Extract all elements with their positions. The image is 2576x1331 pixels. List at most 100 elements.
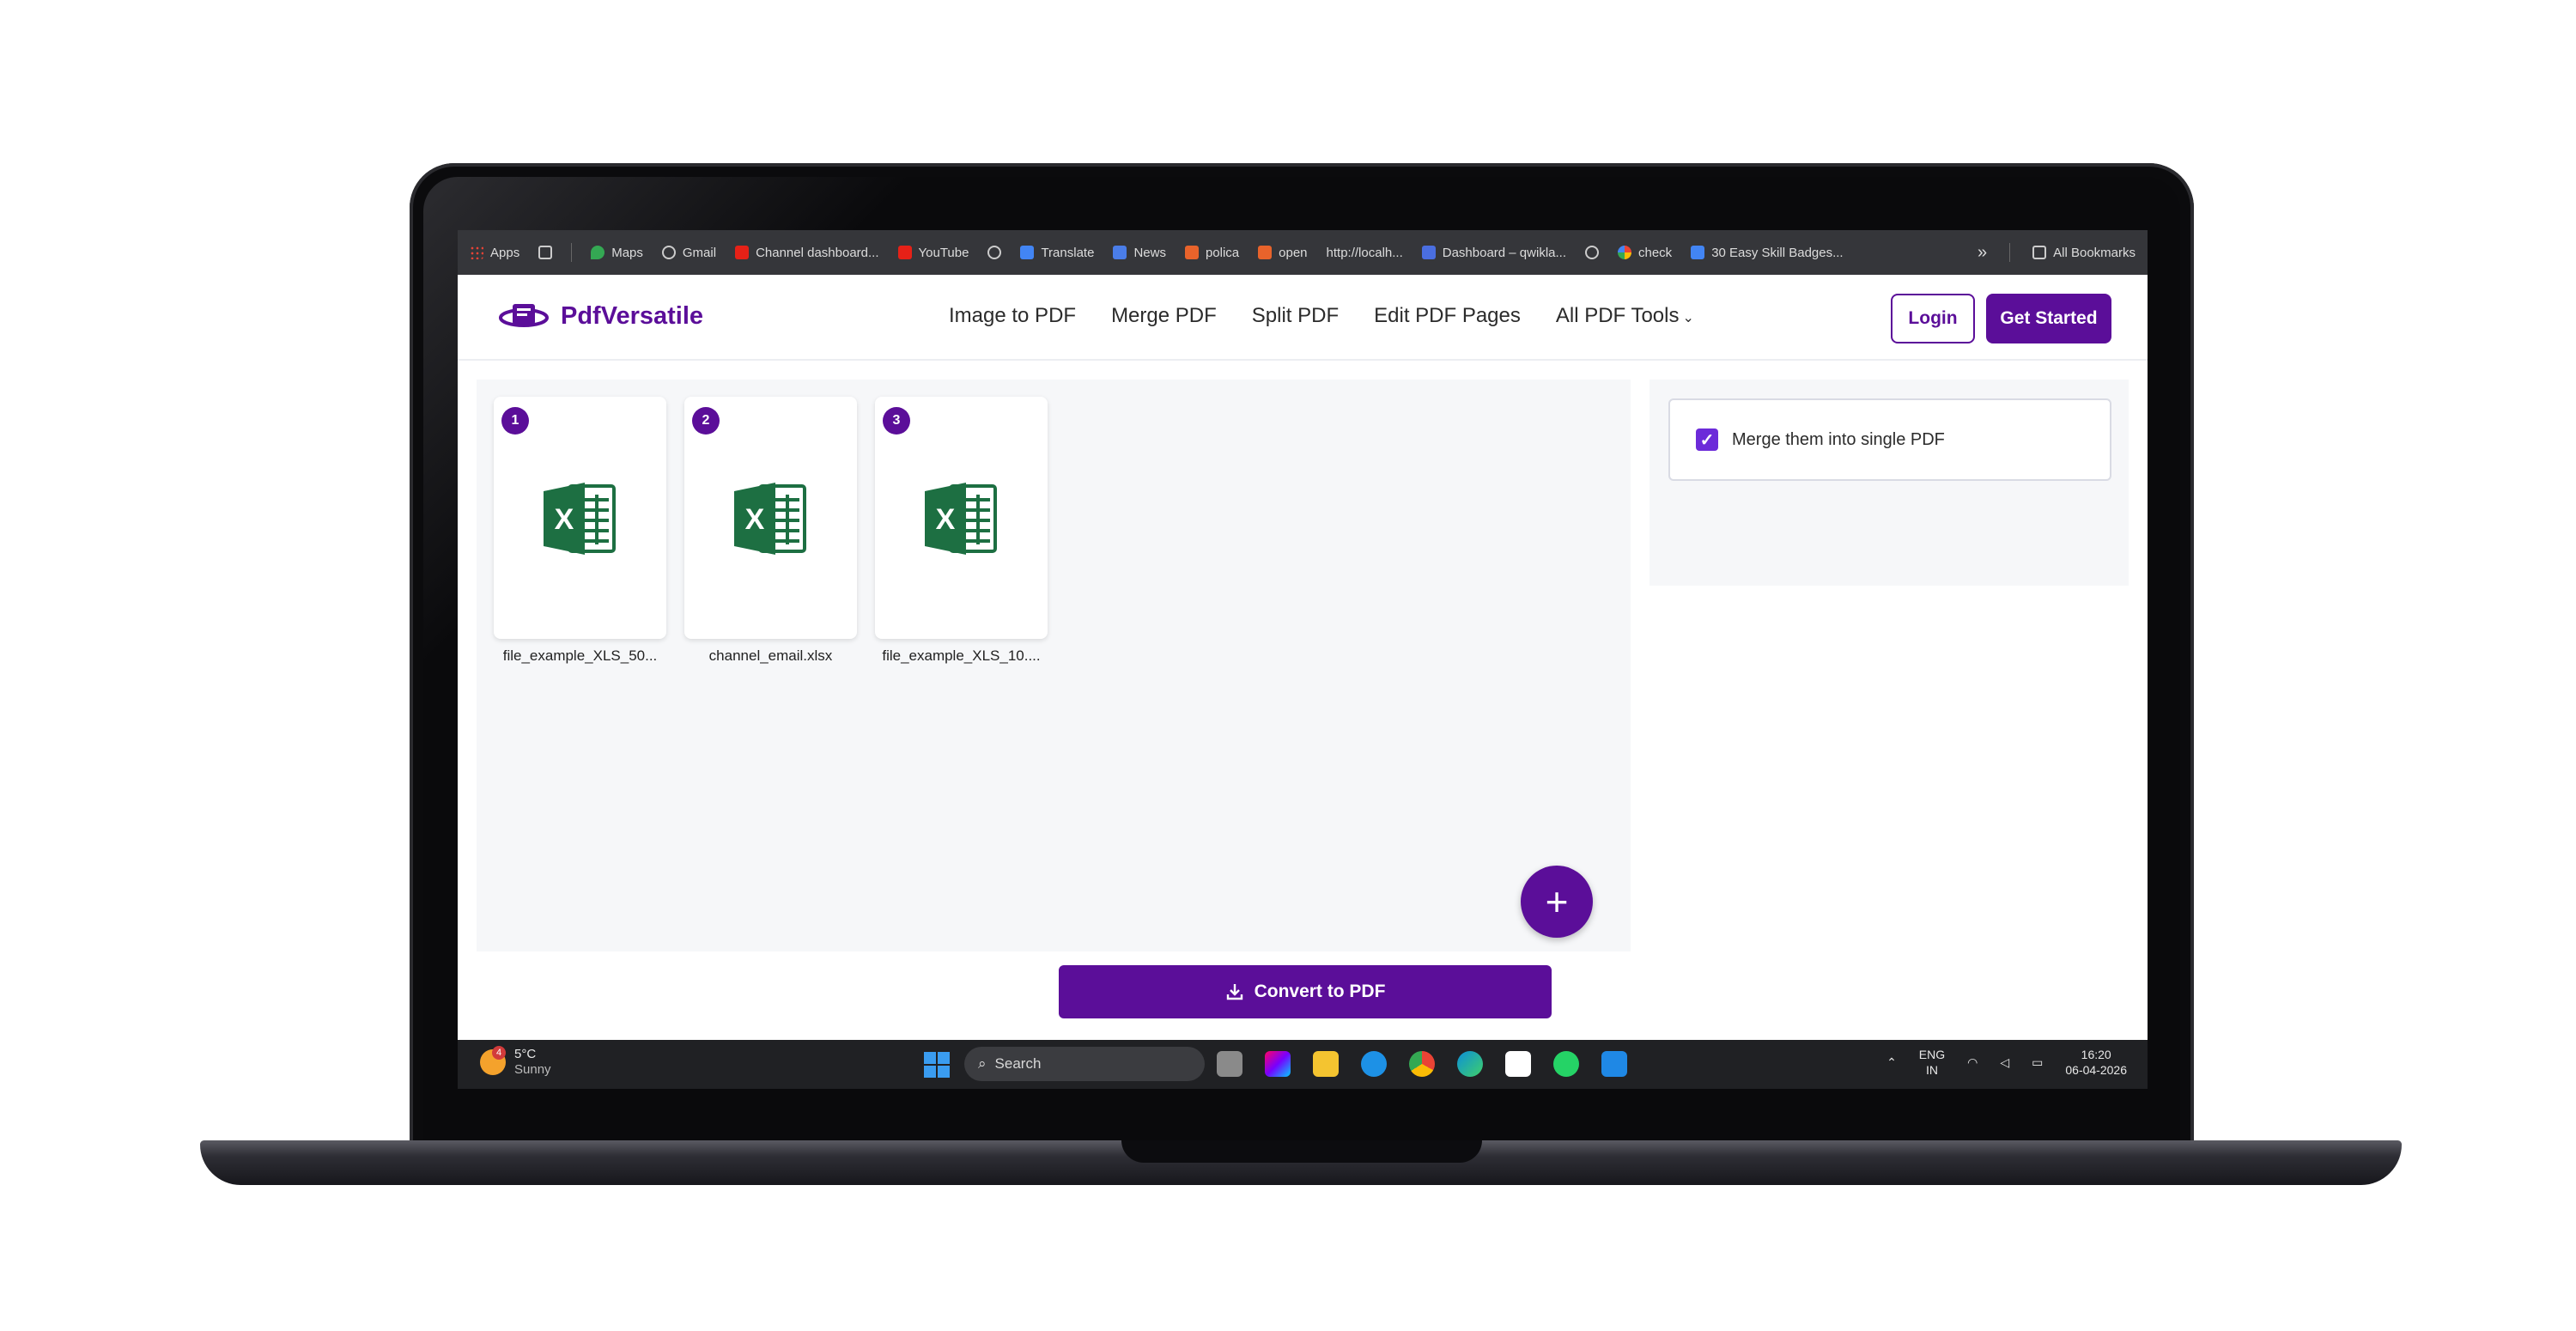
bookmark-label: 30 Easy Skill Badges... — [1711, 245, 1844, 260]
file-name: file_example_XLS_50... — [502, 647, 658, 664]
translate-icon — [1020, 246, 1035, 259]
whatsapp-icon[interactable] — [1553, 1051, 1579, 1077]
bookmark-orange-icon — [1184, 246, 1199, 259]
edge-icon[interactable] — [1457, 1051, 1483, 1077]
weather-widget[interactable]: 4 5°C Sunny — [480, 1046, 551, 1078]
bookmark-label: http://localh... — [1326, 245, 1403, 260]
windows-start-button[interactable] — [924, 1052, 950, 1078]
start-tile — [924, 1066, 936, 1078]
language: ENG — [1918, 1048, 1946, 1061]
bookmark-youtube[interactable]: YouTube — [897, 246, 969, 260]
svg-text:X: X — [745, 503, 765, 536]
docker-icon[interactable] — [1361, 1051, 1387, 1077]
bookmark-polica[interactable]: polica — [1184, 246, 1239, 260]
taskbar-search-label: Search — [994, 1055, 1042, 1072]
file-name: file_example_XLS_10.... — [882, 647, 1041, 664]
language-indicator[interactable]: ENG IN — [1919, 1047, 1945, 1078]
bookmark-maps[interactable]: Maps — [591, 246, 643, 260]
excel-file-icon: X — [544, 483, 616, 555]
bookmark-label: Translate — [1041, 245, 1095, 260]
bookmark-separator — [2009, 243, 2011, 262]
file-index-badge: 1 — [501, 407, 529, 435]
bookmark-globe[interactable] — [987, 246, 1002, 259]
globe-icon — [661, 246, 676, 259]
bookmark-separator — [571, 243, 573, 262]
docs-icon — [1691, 246, 1705, 259]
bookmark-skill-badges[interactable]: 30 Easy Skill Badges... — [1691, 245, 1844, 260]
bookmark-apps[interactable]: Apps — [470, 246, 519, 260]
file-explorer-icon[interactable] — [1313, 1051, 1339, 1077]
temperature: 5°C — [514, 1047, 537, 1061]
bookmark-check[interactable]: check — [1618, 246, 1672, 260]
weather-text: 5°C Sunny — [514, 1047, 551, 1078]
all-bookmarks-label: All Bookmarks — [2053, 245, 2136, 260]
news-icon — [1113, 246, 1127, 259]
laptop-notch — [1121, 1140, 1482, 1163]
globe-icon — [1585, 246, 1599, 259]
brand-logo[interactable]: PdfVersatile — [499, 299, 703, 333]
nav-split-pdf[interactable]: Split PDF — [1252, 304, 1339, 328]
volume-icon[interactable]: ◁ — [2000, 1055, 2009, 1070]
file-card[interactable]: 3 X — [875, 397, 1048, 639]
add-file-button[interactable]: + — [1521, 866, 1593, 938]
excel-file-icon: X — [925, 483, 997, 555]
bookmark-label: Channel dashboard... — [756, 245, 879, 260]
convert-button-label: Convert to PDF — [1254, 982, 1386, 1001]
file-card[interactable]: 2 X — [684, 397, 857, 639]
youtube-icon — [735, 246, 750, 259]
bookmarks-overflow-button[interactable]: » — [1978, 243, 1987, 263]
site-header: PdfVersatile Image to PDF Merge PDF Spli… — [458, 275, 2148, 361]
chrome-icon[interactable] — [1409, 1051, 1435, 1077]
taskbar-search[interactable]: ⌕ Search — [964, 1047, 1205, 1081]
bookmark-translate[interactable]: Translate — [1020, 246, 1094, 260]
nav-all-pdf-tools[interactable]: All PDF Tools ⌄ — [1556, 304, 1694, 328]
date: 06-04-2026 — [2065, 1063, 2127, 1077]
bookmark-localhost[interactable]: http://localh... — [1327, 246, 1403, 260]
copilot-icon[interactable] — [1265, 1051, 1291, 1077]
chevron-up-icon[interactable]: ⌃ — [1886, 1055, 1897, 1070]
file-card[interactable]: 1 X — [494, 397, 666, 639]
bookmark-globe-2[interactable] — [1585, 246, 1599, 259]
nav-merge-pdf[interactable]: Merge PDF — [1111, 304, 1217, 328]
merge-checkbox[interactable]: ✓ — [1696, 428, 1718, 451]
battery-icon[interactable]: ▭ — [2032, 1055, 2043, 1070]
bookmark-channel-dashboard[interactable]: Channel dashboard... — [735, 245, 879, 260]
brand-name: PdfVersatile — [561, 301, 704, 330]
all-bookmarks-button[interactable]: All Bookmarks — [2032, 246, 2136, 260]
dashboard-icon — [1421, 246, 1436, 259]
maps-pin-icon — [591, 246, 605, 259]
convert-to-pdf-button[interactable]: Convert to PDF — [1059, 965, 1552, 1018]
screen: Apps Maps Gmail Channel dashboard... You… — [458, 230, 2148, 1089]
vscode-icon[interactable] — [1601, 1051, 1627, 1077]
bookmark-label: open — [1279, 245, 1308, 260]
main-nav: Image to PDF Merge PDF Split PDF Edit PD… — [949, 304, 1694, 328]
clock[interactable]: 16:20 06-04-2026 — [2065, 1047, 2127, 1078]
start-tile — [938, 1066, 950, 1078]
file-index-badge: 2 — [692, 407, 720, 435]
nav-image-to-pdf[interactable]: Image to PDF — [949, 304, 1076, 328]
file-name: channel_email.xlsx — [708, 647, 833, 664]
bookmark-gmail[interactable]: Gmail — [661, 246, 716, 260]
region: IN — [1925, 1063, 1938, 1077]
bookmark-dashboard-qwiklabs[interactable]: Dashboard – qwikla... — [1421, 246, 1566, 260]
folder-icon — [2032, 246, 2047, 259]
login-button[interactable]: Login — [1891, 294, 1975, 343]
bookmark-news[interactable]: News — [1113, 246, 1166, 260]
pinned-apps — [1217, 1051, 1627, 1077]
bookmarks-bar: Apps Maps Gmail Channel dashboard... You… — [458, 230, 2148, 275]
start-tile — [938, 1052, 950, 1064]
brand-mark-icon — [499, 304, 549, 327]
search-icon: ⌕ — [978, 1055, 987, 1072]
globe-icon — [987, 246, 1002, 259]
wifi-icon[interactable]: ◠ — [1967, 1055, 1978, 1070]
sun-icon: 4 — [480, 1046, 506, 1075]
bookmark-open[interactable]: open — [1258, 245, 1308, 260]
nav-edit-pdf-pages[interactable]: Edit PDF Pages — [1374, 304, 1521, 328]
get-started-button[interactable]: Get Started — [1986, 294, 2111, 343]
file-index-badge: 3 — [883, 407, 910, 435]
merge-option[interactable]: ✓ Merge them into single PDF — [1668, 398, 2111, 481]
task-view-icon[interactable] — [1217, 1051, 1242, 1077]
files-panel: 1 X file_example_XLS_50... 2 X channel_e… — [477, 380, 1631, 951]
capcut-icon[interactable] — [1505, 1051, 1531, 1077]
tab-search-icon[interactable] — [538, 246, 553, 259]
